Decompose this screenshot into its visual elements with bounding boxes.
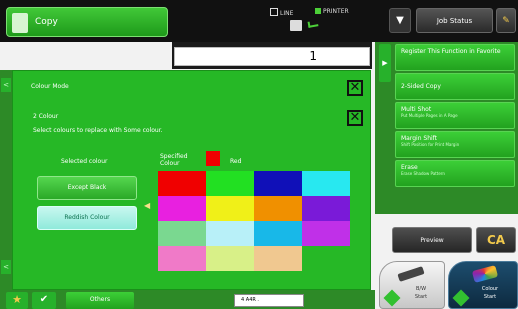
colour-palette	[158, 171, 350, 271]
bw-copy-icon	[397, 266, 425, 282]
bw-start-label: B/W Start	[402, 285, 440, 301]
palette-swatch[interactable]	[206, 221, 254, 246]
check-icon: ✔	[39, 294, 49, 305]
bw-label-line2: Start	[414, 294, 428, 300]
instruction-text: Select colours to replace with Some colo…	[33, 127, 163, 134]
top-bar: Copy LINE PRINTER ▼ Job Status ✎	[0, 0, 518, 42]
preview-button[interactable]: Preview	[392, 227, 472, 253]
paper-size-indicator: 4 A4R .	[234, 294, 304, 307]
panel-item-subtitle: Put Multiple Pages in A Page	[401, 113, 458, 118]
panel-item-title: Erase	[401, 164, 418, 171]
colour-label-line2: Start	[483, 294, 497, 300]
panel-item-subtitle: Shift Position for Print Margin	[401, 142, 460, 147]
panel-item-2-sided-copy[interactable]: 2-Sided Copy	[395, 73, 515, 100]
copies-count-field[interactable]: 1	[174, 47, 370, 66]
check-icon	[307, 20, 319, 28]
palette-swatch[interactable]	[158, 246, 206, 271]
wrench-icon: ✎	[502, 16, 510, 26]
check-button[interactable]: ✔	[32, 292, 56, 309]
device-icon	[290, 20, 302, 31]
close-dialog-button[interactable]: ✕	[347, 80, 363, 96]
panel-item-erase[interactable]: Erase Erase Shadow Pattern	[395, 160, 515, 187]
palette-swatch[interactable]	[302, 221, 350, 246]
palette-swatch[interactable]	[254, 221, 302, 246]
line-status-label: LINE	[270, 8, 293, 17]
palette-swatch[interactable]	[254, 171, 302, 196]
palette-swatch[interactable]	[158, 171, 206, 196]
copy-mode-tab[interactable]: Copy	[6, 7, 168, 37]
connection-status: LINE PRINTER	[270, 8, 388, 34]
two-colour-label: 2 Colour	[33, 113, 59, 120]
colour-start-button[interactable]: Colour Start	[448, 261, 518, 309]
except-black-button[interactable]: Except Black	[37, 176, 137, 200]
copy-icon	[12, 13, 28, 33]
start-diamond-icon	[383, 289, 401, 307]
bw-start-button[interactable]: B/W Start	[379, 261, 445, 309]
palette-swatch[interactable]	[302, 196, 350, 221]
specified-colour-label: Specified Colour	[160, 153, 188, 167]
left-tab-arrow[interactable]: <	[1, 260, 11, 274]
star-icon: ★	[12, 293, 22, 306]
specified-colour-swatch	[206, 151, 220, 166]
panel-item-multi-shot[interactable]: Multi Shot Put Multiple Pages in A Page	[395, 102, 515, 129]
palette-swatch[interactable]	[254, 196, 302, 221]
palette-swatch[interactable]	[254, 246, 302, 271]
left-tab-arrow[interactable]: <	[1, 78, 11, 92]
colour-label-line1: Colour	[481, 286, 499, 292]
clear-all-button[interactable]: CA	[476, 227, 516, 253]
panel-expand-tab[interactable]: ▶	[379, 44, 391, 82]
copy-mode-label: Copy	[35, 17, 58, 27]
panel-item-title: Register This Function in Favorite	[401, 48, 501, 55]
start-diamond-icon	[452, 289, 470, 307]
others-button[interactable]: Others	[66, 292, 134, 309]
printer-status-label: PRINTER	[315, 8, 349, 15]
palette-swatch[interactable]	[206, 171, 254, 196]
bottom-bar	[0, 290, 375, 309]
panel-item-margin-shift[interactable]: Margin Shift Shift Position for Print Ma…	[395, 131, 515, 158]
bw-label-line1: B/W	[415, 286, 427, 292]
close-two-colour-button[interactable]: ✕	[347, 110, 363, 126]
palette-swatch[interactable]	[206, 246, 254, 271]
palette-swatch[interactable]	[158, 196, 206, 221]
panel-item-title: Margin Shift	[401, 135, 438, 142]
panel-item-title: Multi Shot	[401, 106, 432, 113]
specified-colour-name: Red	[230, 158, 242, 165]
panel-item-subtitle: Erase Shadow Pattern	[401, 171, 445, 176]
arrow-left-icon: ◀	[144, 201, 151, 210]
panel-item-title: 2-Sided Copy	[401, 83, 441, 90]
status-dropdown-button[interactable]: ▼	[389, 8, 411, 33]
dialog-title: Colour Mode	[31, 83, 69, 90]
panel-item-register-favorite[interactable]: Register This Function in Favorite	[395, 44, 515, 71]
colour-copy-icon	[471, 265, 499, 283]
colour-mode-dialog: Colour Mode ✕ 2 Colour Select colours to…	[12, 70, 371, 290]
colour-start-label: Colour Start	[471, 285, 509, 301]
palette-swatch[interactable]	[302, 246, 350, 271]
settings-wrench-button[interactable]: ✎	[496, 8, 516, 33]
reddish-colour-button[interactable]: Reddish Colour	[37, 206, 137, 230]
other-functions-panel: ▶ Register This Function in Favorite 2-S…	[375, 42, 518, 214]
palette-swatch[interactable]	[158, 221, 206, 246]
copies-area: 1	[172, 42, 372, 69]
palette-swatch[interactable]	[302, 171, 350, 196]
selected-colour-label: Selected colour	[61, 158, 108, 165]
left-function-strip: < <	[0, 70, 12, 290]
favorite-star-button[interactable]: ★	[6, 292, 28, 309]
palette-swatch[interactable]	[206, 196, 254, 221]
job-status-button[interactable]: Job Status	[416, 8, 493, 33]
